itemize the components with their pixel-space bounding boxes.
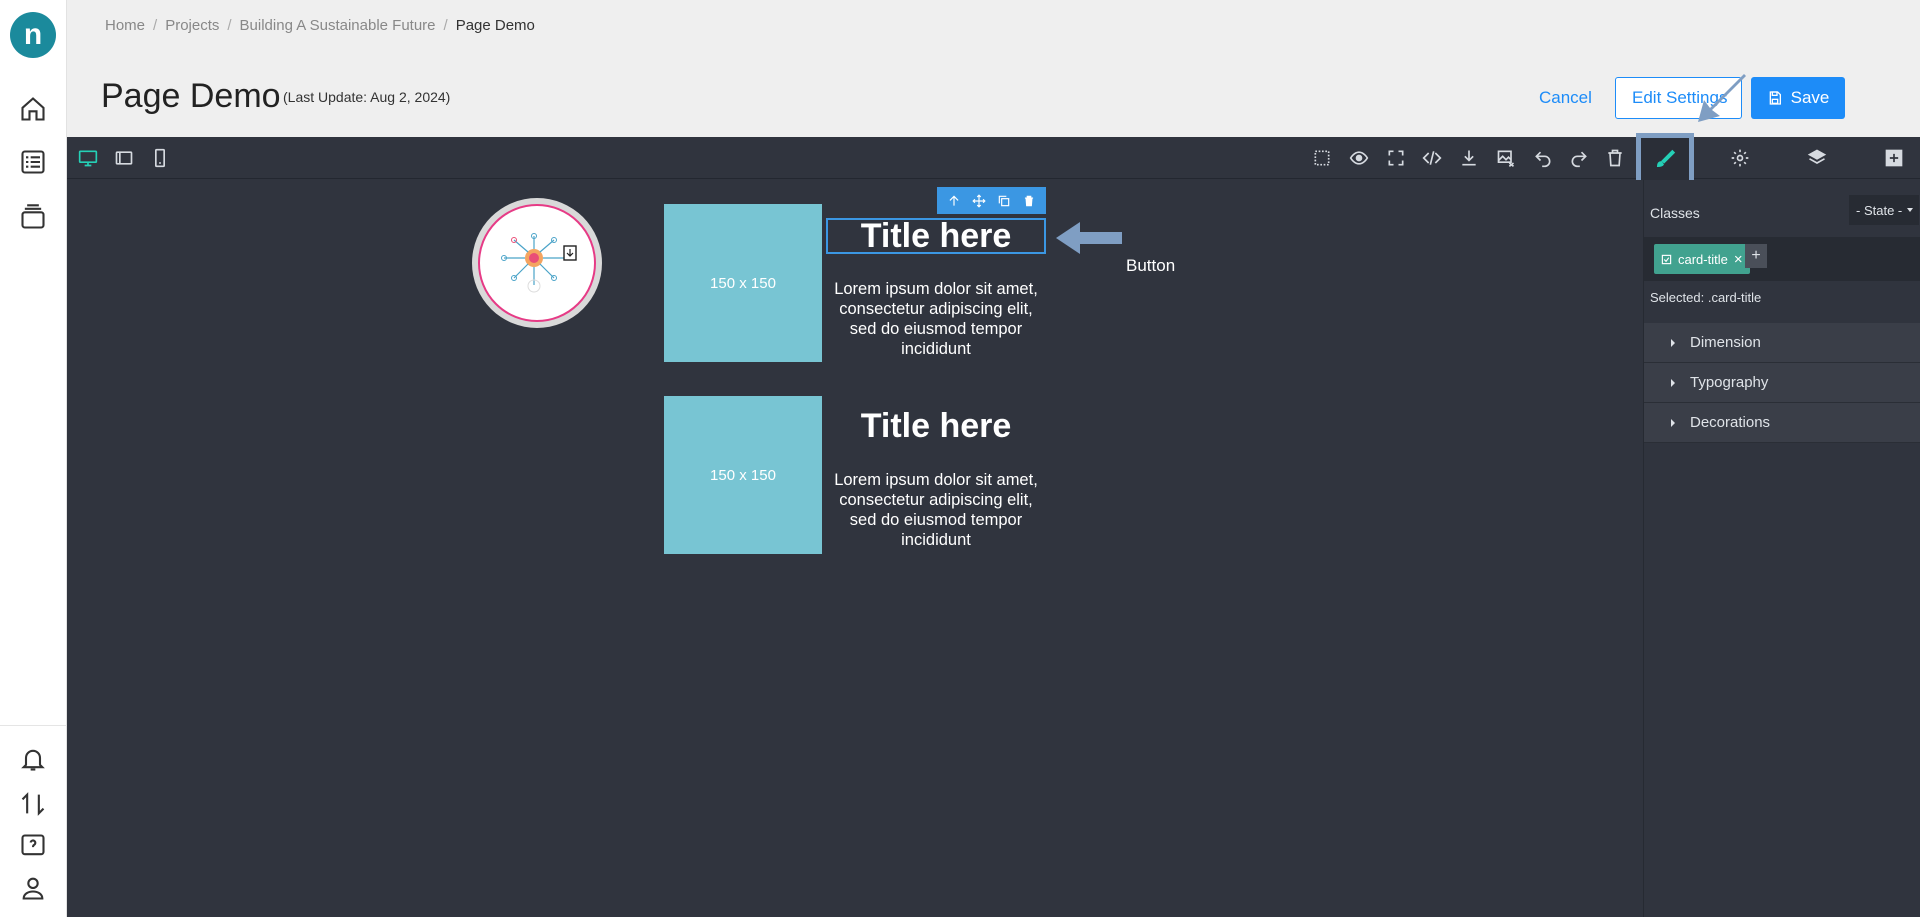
save-button[interactable]: Save bbox=[1751, 77, 1845, 119]
add-class-button[interactable]: + bbox=[1745, 244, 1767, 268]
delete-icon[interactable] bbox=[1019, 191, 1039, 211]
class-tag[interactable]: card-title × bbox=[1654, 244, 1750, 274]
caret-right-icon bbox=[1671, 378, 1675, 387]
page-title: Page Demo bbox=[101, 77, 281, 115]
state-select[interactable]: - State - bbox=[1849, 195, 1919, 225]
code-icon[interactable] bbox=[1417, 143, 1447, 173]
element-toolbar bbox=[937, 187, 1046, 214]
breadcrumb-current: Page Demo bbox=[455, 17, 535, 34]
home-icon[interactable] bbox=[17, 93, 49, 125]
logo[interactable]: n bbox=[10, 12, 56, 58]
annotation-arrow-left-icon bbox=[1056, 222, 1122, 254]
checkbox-icon[interactable] bbox=[1661, 254, 1672, 265]
help-icon[interactable] bbox=[17, 830, 49, 862]
style-manager-panel: Classes - State - card-title × + Selecte… bbox=[1643, 180, 1920, 917]
add-blocks-icon[interactable] bbox=[1879, 143, 1909, 173]
sector-dimension[interactable]: Dimension bbox=[1644, 323, 1920, 363]
save-button-label: Save bbox=[1790, 88, 1830, 107]
sidebar: n bbox=[0, 0, 67, 917]
save-icon bbox=[1769, 91, 1781, 105]
chevron-down-icon bbox=[1907, 208, 1914, 212]
settings-gear-icon[interactable] bbox=[1725, 143, 1755, 173]
annotation-note: Button bbox=[1126, 256, 1176, 275]
classes-container: card-title × + bbox=[1644, 237, 1920, 281]
desktop-device-icon[interactable] bbox=[73, 143, 103, 173]
selected-value: .card-title bbox=[1707, 290, 1762, 305]
class-tag-label: card-title bbox=[1678, 251, 1728, 267]
last-update: (Last Update: Aug 2, 2024) bbox=[283, 89, 451, 105]
editor-toolbar bbox=[67, 133, 1920, 185]
move-icon[interactable] bbox=[969, 191, 989, 211]
breadcrumb-projects[interactable]: Projects bbox=[165, 17, 219, 34]
clone-icon[interactable] bbox=[994, 191, 1014, 211]
edit-settings-button[interactable]: Edit Settings bbox=[1615, 77, 1742, 119]
circuit-brain-illustration-icon bbox=[478, 204, 596, 322]
classes-label: Classes bbox=[1650, 205, 1700, 221]
image-remove-icon[interactable] bbox=[1491, 143, 1521, 173]
layer-manager-icon[interactable] bbox=[1802, 143, 1832, 173]
preview-eye-icon[interactable] bbox=[1344, 143, 1374, 173]
sector-decorations[interactable]: Decorations bbox=[1644, 403, 1920, 443]
image-placeholder[interactable]: 150 x 150 bbox=[664, 204, 822, 362]
breadcrumb-separator: / bbox=[227, 17, 232, 34]
breadcrumb: Home / Projects / Building A Sustainable… bbox=[105, 17, 535, 34]
fullscreen-icon[interactable] bbox=[1381, 143, 1411, 173]
sector-label: Dimension bbox=[1690, 334, 1761, 351]
selected-class-info: Selected: .card-title bbox=[1650, 290, 1761, 305]
mobile-device-icon[interactable] bbox=[145, 143, 175, 173]
bell-icon[interactable] bbox=[17, 743, 49, 775]
avatar-image[interactable] bbox=[472, 198, 602, 328]
undo-icon[interactable] bbox=[1528, 143, 1558, 173]
breadcrumb-separator: / bbox=[153, 17, 158, 34]
page-editor: 150 x 150 Title here Lorem ipsum dolor s… bbox=[67, 133, 1920, 917]
checklist-icon[interactable] bbox=[17, 146, 49, 178]
select-outline-icon[interactable] bbox=[1307, 143, 1337, 173]
cancel-button[interactable]: Cancel bbox=[1523, 78, 1608, 118]
sector-label: Typography bbox=[1690, 374, 1769, 391]
breadcrumb-home[interactable]: Home bbox=[105, 17, 145, 34]
card-title[interactable]: Title here bbox=[826, 406, 1046, 446]
selected-label: Selected: bbox=[1650, 290, 1705, 305]
card-title[interactable]: Title here bbox=[826, 218, 1046, 254]
image-placeholder[interactable]: 150 x 150 bbox=[664, 396, 822, 554]
layers-icon[interactable] bbox=[17, 201, 49, 233]
card-text[interactable]: Lorem ipsum dolor sit amet, consectetur … bbox=[826, 470, 1046, 550]
redo-icon[interactable] bbox=[1564, 143, 1594, 173]
tablet-device-icon[interactable] bbox=[109, 143, 139, 173]
breadcrumb-project[interactable]: Building A Sustainable Future bbox=[240, 17, 436, 34]
caret-right-icon bbox=[1671, 338, 1675, 347]
user-icon[interactable] bbox=[17, 872, 49, 904]
breadcrumb-separator: / bbox=[443, 17, 448, 34]
close-icon[interactable]: × bbox=[1734, 251, 1743, 268]
transfer-icon[interactable] bbox=[17, 788, 49, 820]
select-parent-arrow-up-icon[interactable] bbox=[944, 191, 964, 211]
sector-typography[interactable]: Typography bbox=[1644, 363, 1920, 403]
sidebar-divider bbox=[0, 725, 67, 726]
state-select-value: - State - bbox=[1856, 202, 1903, 218]
style-manager-brush-icon[interactable] bbox=[1636, 133, 1694, 185]
download-icon[interactable] bbox=[1454, 143, 1484, 173]
sector-label: Decorations bbox=[1690, 414, 1771, 431]
card-text[interactable]: Lorem ipsum dolor sit amet, consectetur … bbox=[826, 279, 1046, 359]
editor-canvas[interactable]: 150 x 150 Title here Lorem ipsum dolor s… bbox=[67, 180, 1643, 917]
caret-right-icon bbox=[1671, 418, 1675, 427]
trash-icon[interactable] bbox=[1600, 143, 1630, 173]
